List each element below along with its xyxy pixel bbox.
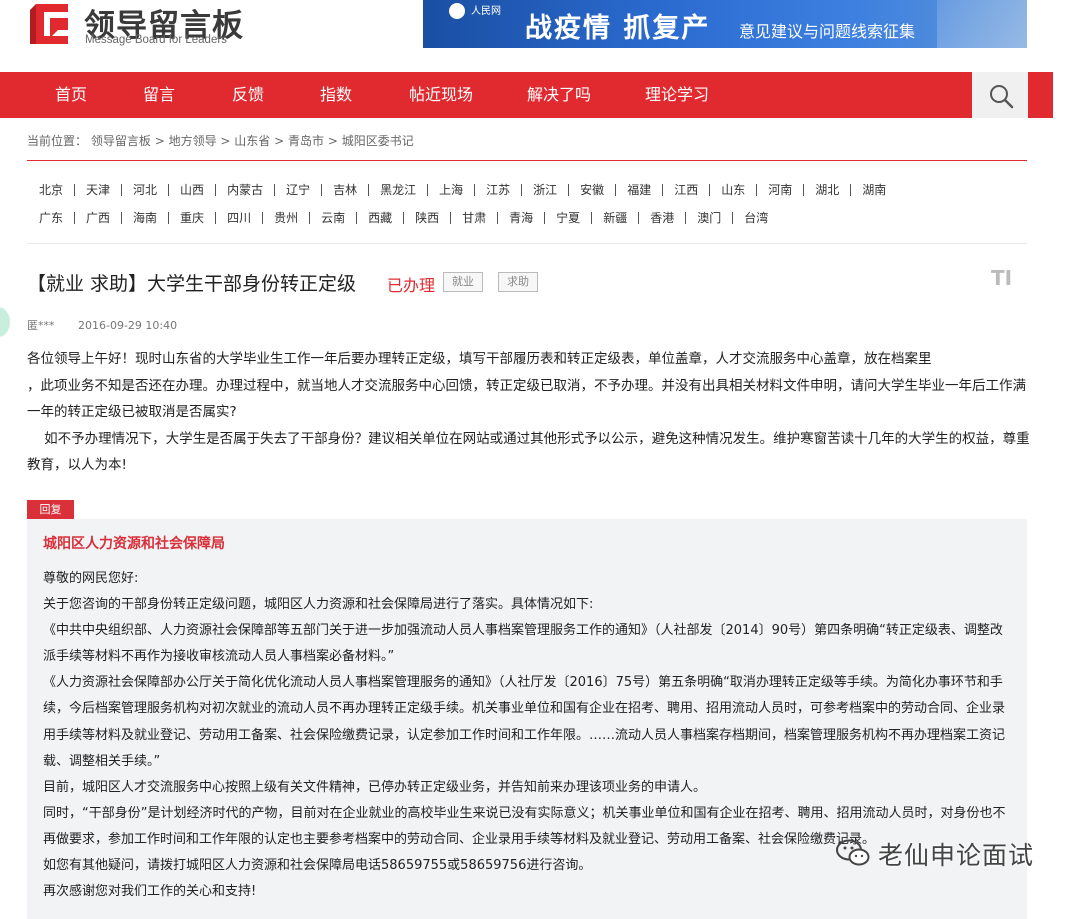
province-link[interactable]: 湖北	[803, 184, 850, 196]
logo-subtitle: Message Board for Leaders	[85, 34, 227, 46]
message-date: 2016-09-29 10:40	[78, 319, 178, 332]
breadcrumb-item[interactable]: 青岛市	[288, 134, 324, 148]
search-icon	[990, 85, 1014, 109]
province-link[interactable]: 辽宁	[274, 184, 321, 196]
province-link[interactable]: 福建	[615, 184, 662, 196]
banner-photo	[937, 0, 1027, 48]
nav-item-home[interactable]: 首页	[55, 72, 87, 118]
province-link[interactable]: 江苏	[474, 184, 521, 196]
nav-item-messages[interactable]: 留言	[143, 72, 175, 118]
reply-paragraph: 目前，城阳区人才交流服务中心按照上级有关文件精神，已停办转正定级业务，并告知前来…	[43, 779, 707, 795]
breadcrumb-item[interactable]: 城阳区委书记	[342, 134, 414, 148]
nav-item-theory[interactable]: 理论学习	[645, 72, 709, 118]
province-link[interactable]: 四川	[215, 212, 262, 224]
province-link[interactable]: 陕西	[403, 212, 450, 224]
reply-paragraph: 关于您咨询的干部身份转正定级问题，城阳区人力资源和社会保障局进行了落实。具体情况…	[43, 597, 594, 613]
breadcrumb-separator: >	[327, 134, 342, 148]
province-link[interactable]: 山东	[709, 184, 756, 196]
message-paragraph: 各位领导上午好！现时山东省的大学毕业生工作一年后要办理转正定级，填写干部履历表和…	[27, 351, 932, 367]
search-button[interactable]	[972, 72, 1028, 118]
province-link[interactable]: 澳门	[685, 212, 732, 224]
province-link[interactable]: 重庆	[168, 212, 215, 224]
province-link[interactable]: 河北	[121, 184, 168, 196]
province-link[interactable]: 内蒙古	[215, 184, 274, 196]
wechat-icon	[836, 839, 870, 866]
province-link[interactable]: 浙江	[521, 184, 568, 196]
province-link[interactable]: 香港	[638, 212, 685, 224]
tag-employment[interactable]: 就业	[443, 272, 483, 292]
floating-bubble	[0, 307, 10, 337]
site-logo[interactable]: 领导留言板 Message Board for Leaders	[28, 2, 258, 52]
divider	[27, 160, 1027, 161]
reply-paragraph: 再次感谢您对我们工作的关心和支持!	[43, 884, 257, 900]
province-link[interactable]: 广东	[28, 212, 74, 224]
message-title: 【就业 求助】大学生干部身份转正定级	[27, 273, 357, 295]
reply-paragraph: 尊敬的网民您好:	[43, 571, 139, 586]
reply-organization: 城阳区人力资源和社会保障局	[43, 536, 225, 552]
nav-item-scene[interactable]: 帖近现场	[409, 72, 473, 118]
main-nav: 首页 留言 反馈 指数 帖近现场 解决了吗 理论学习	[0, 72, 1053, 118]
province-link[interactable]: 西藏	[356, 212, 403, 224]
font-size-icon[interactable]: TI	[991, 266, 1012, 290]
breadcrumb-item[interactable]: 山东省	[234, 134, 270, 148]
message-paragraph: ，此项业务不知是否还在办理。办理过程中，就当地人才交流服务中心回馈，转正定级已取…	[27, 377, 1026, 421]
province-link[interactable]: 宁夏	[544, 212, 591, 224]
province-link[interactable]: 江西	[662, 184, 709, 196]
province-link[interactable]: 天津	[74, 184, 121, 196]
breadcrumb-label: 当前位置：	[27, 134, 88, 148]
breadcrumb-separator: >	[220, 134, 235, 148]
people-daily-badge-icon	[449, 3, 465, 19]
breadcrumb-separator: >	[154, 134, 169, 148]
province-link[interactable]: 台湾	[732, 212, 779, 224]
tag-help[interactable]: 求助	[498, 272, 538, 292]
province-link[interactable]: 海南	[121, 212, 168, 224]
nav-item-resolved[interactable]: 解决了吗	[527, 72, 591, 118]
province-link[interactable]: 上海	[427, 184, 474, 196]
author-name: 匿***	[27, 319, 55, 332]
reply-paragraph: 《中共中央组织部、人力资源社会保障部等五部门关于进一步加强流动人员人事档案管理服…	[43, 623, 1003, 665]
message-body: 各位领导上午好！现时山东省的大学毕业生工作一年后要办理转正定级，填写干部履历表和…	[27, 346, 1030, 479]
province-link[interactable]: 甘肃	[450, 212, 497, 224]
province-link[interactable]: 新疆	[591, 212, 638, 224]
watermark-text: 老仙申论面试	[878, 841, 1035, 870]
province-link[interactable]: 贵州	[262, 212, 309, 224]
province-link[interactable]: 云南	[309, 212, 356, 224]
breadcrumb-separator: >	[274, 134, 288, 148]
province-link[interactable]: 北京	[28, 184, 74, 196]
breadcrumb-item[interactable]: 地方领导	[169, 134, 217, 148]
reply-tab: 回复	[27, 500, 74, 519]
divider	[27, 243, 1027, 244]
province-link[interactable]: 湖南	[850, 184, 897, 196]
campaign-banner[interactable]: 人民网 战疫情 抓复产 意见建议与问题线索征集	[423, 0, 1027, 48]
banner-brand: 人民网	[471, 6, 501, 17]
province-link[interactable]: 广西	[74, 212, 121, 224]
province-link[interactable]: 安徽	[568, 184, 615, 196]
breadcrumb: 当前位置： 领导留言板 > 地方领导 > 山东省 > 青岛市 > 城阳区委书记	[27, 132, 414, 149]
message-meta: 匿*** 2016-09-29 10:40	[27, 317, 177, 333]
province-link[interactable]: 吉林	[321, 184, 368, 196]
message-paragraph: 如不予办理情况下，大学生是否属于失去了干部身份？建议相关单位在网站或通过其他形式…	[27, 430, 1030, 474]
province-list-row-1: 北京 天津 河北 山西 内蒙古 辽宁 吉林 黑龙江 上海 江苏 浙江 安徽 福建 江西 山东 河南 湖北 湖南	[28, 183, 897, 197]
reply-paragraph: 《人力资源社会保障部办公厅关于简化优化流动人员人事档案管理服务的通知》（人社厅发…	[43, 675, 1006, 769]
status-badge: 已办理	[387, 276, 436, 295]
logo-icon	[30, 4, 68, 44]
province-link[interactable]: 河南	[756, 184, 803, 196]
banner-headline: 战疫情 抓复产	[525, 13, 711, 44]
province-link[interactable]: 黑龙江	[368, 184, 427, 196]
province-link[interactable]: 青海	[497, 212, 544, 224]
banner-subheadline: 意见建议与问题线索征集	[739, 22, 916, 41]
province-list-row-2: 广东 广西 海南 重庆 四川 贵州 云南 西藏 陕西 甘肃 青海 宁夏 新疆 香港 澳门 台湾	[28, 211, 779, 225]
nav-item-index[interactable]: 指数	[320, 72, 352, 118]
breadcrumb-item[interactable]: 领导留言板	[91, 134, 151, 148]
province-link[interactable]: 山西	[168, 184, 215, 196]
nav-item-feedback[interactable]: 反馈	[232, 72, 264, 118]
